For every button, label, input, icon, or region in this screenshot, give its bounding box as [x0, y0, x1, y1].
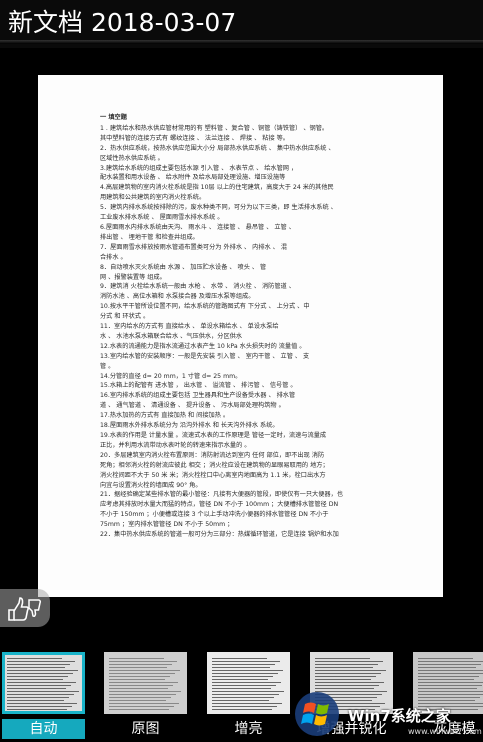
document-line: 4.高层建筑物的室内消火栓系统是指 10层 以上的住宅建筑，高度大于 24 米的… [100, 184, 334, 192]
site-watermark: Win7系统之家 www.winwin7.com [288, 687, 483, 742]
document-line: 工业废水排水系统 、 屋面雨雪水排水系统 。 [100, 214, 224, 222]
document-line: 19.水表的作用是 计量水量 。流速式水表的工作原理是 管径一定时，流速与流量成 [100, 432, 327, 439]
document-line: 11．室内给水的方式有 直接给水 、 单设水箱给水 、 单设水泵给 [100, 323, 279, 331]
scanned-document-page[interactable]: 一 填空题 1 . 建筑给水和热水供应管材常用的有 塑料管 、复合管 、铜管（铸铁… [38, 75, 443, 597]
document-line: 正比，并利用水流带动水表叶轮的转速来指示水量的 。 [100, 441, 251, 449]
document-preview-area: 一 填空题 1 . 建筑给水和热水供应管材常用的有 塑料管 、复合管 、铜管（铸铁… [0, 48, 483, 616]
watermark-text: Win7系统之家 [348, 707, 451, 725]
header-divider [0, 40, 483, 44]
document-title: 新文档 2018-03-07 [8, 8, 237, 37]
document-line: 2．热水供应系统，按热水供应范围大小分 局部热水供应系统 、 集中热水供应系统 … [100, 144, 335, 152]
document-line: 9．建筑消 火栓给水系统一般由 水枪 、 水带 、 消火栓 、 消防管道 、 [100, 283, 295, 291]
document-line: 道 、 通气管道 、 清通设备 、 提升设备 、 污水局部处理构筑物 。 [100, 402, 285, 410]
filter-option[interactable]: 原图 [104, 652, 187, 742]
document-line: 20．多层建筑室内消火栓布置原则：消防射流达到室内 任何 部位，即不出现 消防 [100, 451, 325, 459]
filter-thumbnail [207, 652, 290, 714]
document-line: 应考虑其排放时水量大而猛的特点，管径 DN 不小于 100mm ；大便槽排水管管… [100, 501, 339, 509]
filter-option[interactable]: 增亮 [207, 652, 290, 742]
document-line: 合排水 。 [100, 253, 127, 261]
document-line: 7．屋面雨雪水排放按雨水管道布置类可分为 外排水 、 内排水 、 混 [100, 243, 288, 251]
windows-logo-icon [295, 692, 339, 736]
document-line: 12.水表的流通能力是指水流通过水表产生 10 kPa 水头损失时的 流量值 。 [100, 342, 306, 350]
document-line: 消防水池 、高位水箱和 水泵接合器 及增压水泵等组成。 [100, 293, 255, 301]
filter-label: 原图 [131, 721, 160, 737]
filter-thumbnail [2, 652, 85, 714]
filter-label: 自动 [2, 719, 85, 739]
document-line: 17.热水加热的方式有 直接加热 和 间接加热 。 [100, 412, 230, 420]
filter-label: 增亮 [234, 721, 263, 737]
document-line: 分式 和 环状式 。 [100, 313, 150, 321]
document-line: 网 、报警装置等 组成。 [100, 273, 166, 281]
document-line: 75mm ；室内排水管管径 DN 不小于 50mm ； [100, 521, 234, 529]
document-line: 5．建筑内排水系统按排除的污，废水种类不同，可分为以下三类，即 生活排水系统 、 [100, 204, 337, 212]
document-line: 用建筑和公共建筑的室内消火栓系统。 [100, 194, 206, 202]
document-line: 15.水箱上的配管有 进水管 ， 出水管 、 溢流管 、 排污管 、 信号管 。 [100, 382, 297, 390]
top-bar: 新文档 2018-03-07 [0, 0, 483, 48]
document-line: 10.按水平干管所设位置不同，给水系统的管路图式有 下分式 、 上分式 、中 [100, 303, 310, 311]
document-line: 其中塑料管的连接方式有 螺纹连接 、 法兰连接 、 焊接 、 粘接 等。 [100, 134, 289, 142]
document-line: 管 。 [100, 362, 115, 370]
document-line: 向宜与设置消火栓的墙面成 90° 角。 [100, 481, 202, 489]
filter-thumbnail [104, 652, 187, 714]
document-line: 一 填空题 [100, 114, 127, 121]
filter-option[interactable]: 自动 [2, 652, 85, 742]
thumbs-up-down-icon [8, 597, 42, 621]
document-line: 水 、 水池水泵水箱联合给水 、气压供水，分区供水 [100, 332, 243, 340]
document-line: 消火栓间距不大于 50 米 米；消火栓栓口中心离室内地面高为 1.1 米，栓口出… [100, 471, 326, 479]
document-line: 21．据经验确定某些排水管的最小管径：凡接有大便器的管段，即使仅有一只大便器，也 [100, 491, 343, 499]
document-line: 排出管 、 埋地干管 和检查井组成。 [100, 233, 199, 241]
document-line: 区域性热水供应系统 。 [100, 154, 164, 162]
document-line: 16.室内排水系统的组成主要包括 卫生器具和生产设备受水器 、 排水管 [100, 392, 296, 400]
document-line: 3.建筑给水系统的组成主要包括水源 引入管 、 水表节点 、 给水管网 ， [100, 164, 298, 172]
document-line: 不小于 150mm ；小便槽或连接 3 个以上手动冲洗小便器的排水管管径 DN … [100, 511, 329, 519]
watermark-url: www.winwin7.com [408, 727, 482, 736]
document-line: 1 . 建筑给水和热水供应管材常用的有 塑料管 、复合管 、铜管（铸铁管） 、钢… [100, 124, 329, 132]
document-line: 18.屋面雨水外排水系统分为 沿沟外排水 和 长天沟外排水 系统。 [100, 422, 279, 430]
document-line: 22．集中热水供应系统的管道一般可分为三部分：热媒循环管道，它是连接 锅炉和水加 [100, 531, 339, 539]
feedback-button[interactable] [0, 589, 50, 627]
document-line: 配水装置和用水设备 、 给水附件 及给水局部处理设施、增压设施等 [100, 174, 286, 182]
document-line: 8．自动喷水灭火系统由 水源 、 加压贮水设备 、 喷头 、 管 [100, 263, 267, 271]
document-line: 14.分管的直径 d= 20 mm，1 寸管 d= 25 mm。 [100, 372, 242, 380]
document-line: 13.室内给水管的安装顺序：一般是先安装 引入管 、 室内干管 、 立管 、 支 [100, 352, 310, 360]
document-line: 死角；相邻消火栓的射流应彼此 相交 ；消火栓应设在建筑物的显眼易取用的 地方； [100, 461, 329, 469]
document-line: 6.屋面雨水内排水系统由天沟、 雨水斗 、 连接管 、 悬吊管 、 立管 、 [100, 223, 295, 231]
